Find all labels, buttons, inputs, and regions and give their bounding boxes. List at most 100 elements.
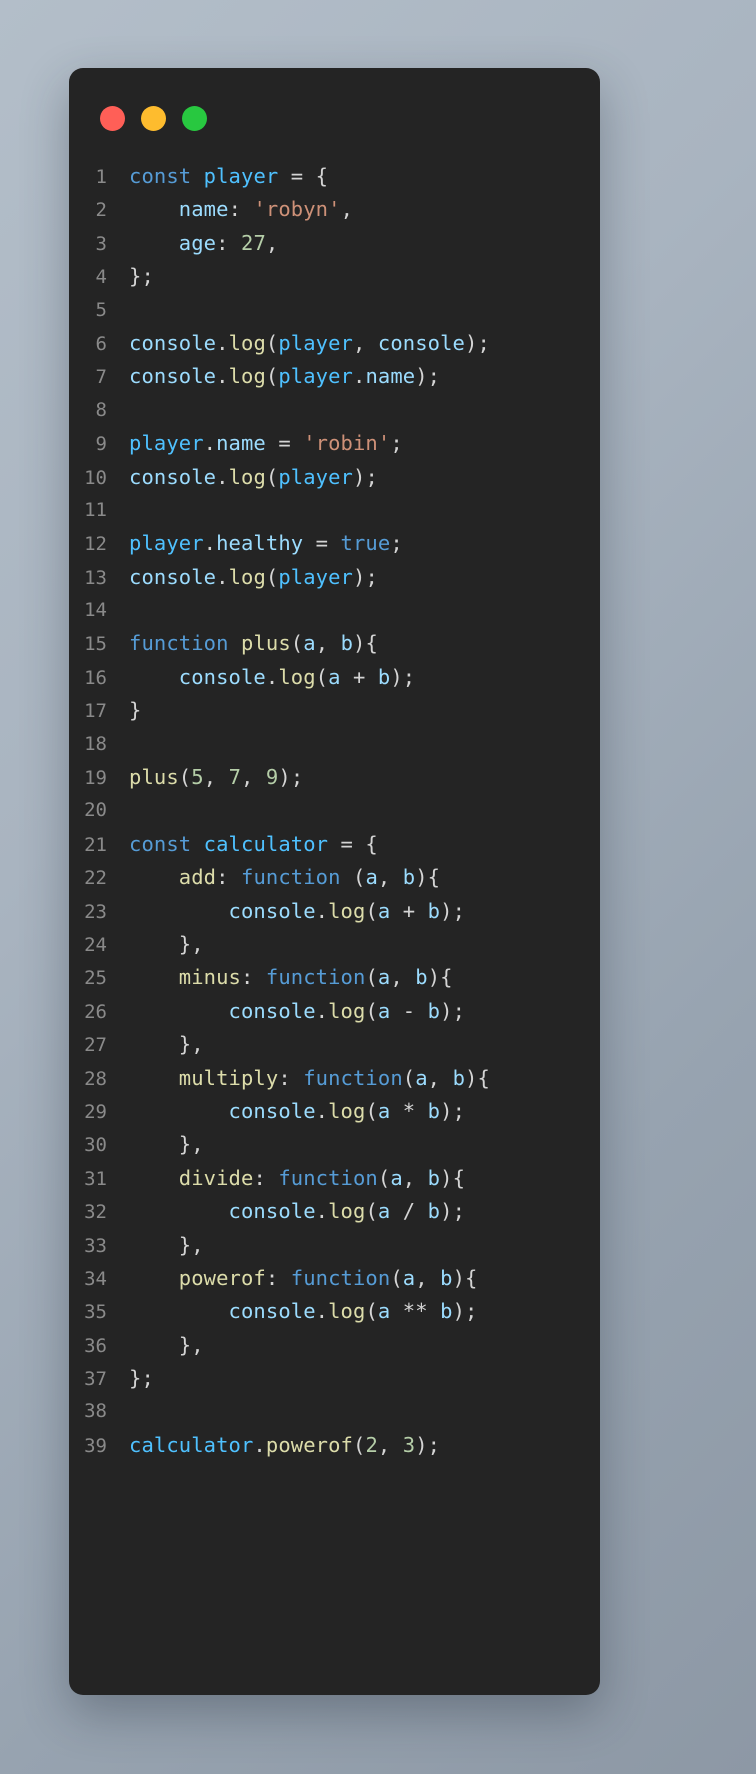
- code-token: );: [353, 464, 378, 489]
- line-number: 1: [95, 166, 107, 188]
- code-line[interactable]: 35 console.log(a ** b);: [69, 1295, 600, 1328]
- line-content[interactable]: powerof: function(a, b){: [129, 1262, 478, 1295]
- line-content[interactable]: const player = {: [129, 160, 328, 193]
- code-line[interactable]: 39 calculator.powerof(2, 3);: [69, 1429, 600, 1462]
- line-number: 12: [84, 533, 107, 556]
- line-content[interactable]: age: 27,: [129, 227, 278, 260]
- code-token: =: [303, 531, 341, 556]
- line-content[interactable]: name: 'robyn',: [129, 193, 353, 226]
- line-content[interactable]: },: [129, 1329, 204, 1362]
- code-line[interactable]: 5: [69, 294, 600, 327]
- line-content[interactable]: divide: function(a, b){: [129, 1162, 465, 1195]
- line-content[interactable]: };: [129, 260, 154, 293]
- code-token: console: [129, 464, 217, 489]
- code-line[interactable]: 18: [69, 728, 600, 761]
- code-token: console: [178, 664, 266, 689]
- line-content[interactable]: console.log(a + b);: [129, 895, 465, 928]
- code-line[interactable]: 26 console.log(a - b);: [69, 995, 600, 1028]
- line-content[interactable]: },: [129, 1028, 204, 1061]
- line-content[interactable]: player.name = 'robin';: [129, 427, 403, 460]
- line-content[interactable]: console.log(player, console);: [129, 327, 490, 360]
- maximize-icon[interactable]: [182, 106, 207, 131]
- code-token: (: [365, 998, 378, 1023]
- close-icon[interactable]: [100, 106, 125, 131]
- code-line[interactable]: 33 },: [69, 1229, 600, 1262]
- code-token: (: [365, 965, 378, 990]
- code-token: ;: [390, 531, 403, 556]
- code-line[interactable]: 34 powerof: function(a, b){: [69, 1262, 600, 1295]
- code-token: :: [253, 1165, 279, 1190]
- code-token: (: [265, 464, 279, 489]
- line-content[interactable]: },: [129, 1229, 204, 1262]
- code-line[interactable]: 24 },: [69, 928, 600, 961]
- code-token: a: [328, 664, 341, 689]
- code-line[interactable]: 22 add: function (a, b){: [69, 861, 600, 894]
- code-token: .: [265, 664, 279, 689]
- line-content[interactable]: console.log(a + b);: [129, 661, 415, 694]
- line-content[interactable]: plus(5, 7, 9);: [129, 761, 303, 794]
- code-token: powerof: [178, 1265, 266, 1290]
- line-content[interactable]: function plus(a, b){: [129, 627, 378, 660]
- code-line[interactable]: 32 console.log(a / b);: [69, 1195, 600, 1228]
- code-token: 9: [265, 765, 279, 790]
- line-content[interactable]: console.log(a - b);: [129, 995, 465, 1028]
- code-line[interactable]: 29 console.log(a * b);: [69, 1095, 600, 1128]
- code-line[interactable]: 20: [69, 794, 600, 827]
- code-line[interactable]: 10 console.log(player);: [69, 461, 600, 494]
- code-line[interactable]: 21 const calculator = {: [69, 828, 600, 861]
- line-content[interactable]: }: [129, 694, 141, 727]
- code-line[interactable]: 15 function plus(a, b){: [69, 627, 600, 660]
- code-line[interactable]: 9 player.name = 'robin';: [69, 427, 600, 460]
- code-line[interactable]: 25 minus: function(a, b){: [69, 961, 600, 994]
- line-number: 28: [84, 1067, 107, 1090]
- line-content[interactable]: const calculator = {: [129, 828, 378, 861]
- code-line[interactable]: 28 multiply: function(a, b){: [69, 1062, 600, 1095]
- line-number: 15: [84, 633, 107, 656]
- line-content[interactable]: multiply: function(a, b){: [129, 1062, 490, 1095]
- code-line[interactable]: 36 },: [69, 1329, 600, 1362]
- code-line[interactable]: 13 console.log(player);: [69, 561, 600, 594]
- line-number: 14: [84, 599, 107, 622]
- code-line[interactable]: 30 },: [69, 1128, 600, 1161]
- code-line[interactable]: 7 console.log(player.name);: [69, 360, 600, 393]
- line-content[interactable]: },: [129, 928, 204, 961]
- code-line[interactable]: 3 age: 27,: [69, 227, 600, 260]
- code-line[interactable]: 1 const player = {: [69, 160, 600, 193]
- line-content[interactable]: console.log(player.name);: [129, 360, 440, 393]
- line-content[interactable]: };: [129, 1362, 154, 1395]
- code-token: calculator: [129, 1432, 254, 1457]
- line-content[interactable]: calculator.powerof(2, 3);: [129, 1429, 440, 1462]
- code-line[interactable]: 38: [69, 1395, 600, 1428]
- code-line[interactable]: 12 player.healthy = true;: [69, 527, 600, 560]
- line-content[interactable]: player.healthy = true;: [129, 527, 403, 560]
- code-line[interactable]: 31 divide: function(a, b){: [69, 1162, 600, 1195]
- code-line[interactable]: 23 console.log(a + b);: [69, 895, 600, 928]
- code-line[interactable]: 19 plus(5, 7, 9);: [69, 761, 600, 794]
- line-content[interactable]: console.log(a / b);: [129, 1195, 465, 1228]
- line-content[interactable]: },: [129, 1128, 204, 1161]
- minimize-icon[interactable]: [141, 106, 166, 131]
- line-content[interactable]: console.log(player);: [129, 461, 378, 494]
- code-token: b: [427, 1199, 441, 1224]
- line-content[interactable]: console.log(player);: [129, 561, 378, 594]
- line-content[interactable]: minus: function(a, b){: [129, 961, 453, 994]
- code-token: +: [340, 664, 378, 689]
- code-line[interactable]: 37};: [69, 1362, 600, 1395]
- code-line[interactable]: 27 },: [69, 1028, 600, 1061]
- code-line[interactable]: 16 console.log(a + b);: [69, 661, 600, 694]
- code-token: a: [377, 965, 391, 990]
- code-token: (: [340, 865, 366, 890]
- line-content[interactable]: add: function (a, b){: [129, 861, 440, 894]
- line-content[interactable]: console.log(a ** b);: [129, 1295, 478, 1328]
- code-line[interactable]: 4};: [69, 260, 600, 293]
- code-line[interactable]: 14: [69, 594, 600, 627]
- code-line[interactable]: 6 console.log(player, console);: [69, 327, 600, 360]
- code-line[interactable]: 8: [69, 394, 600, 427]
- code-line[interactable]: 11: [69, 494, 600, 527]
- code-line[interactable]: 17}: [69, 694, 600, 727]
- line-content[interactable]: console.log(a * b);: [129, 1095, 465, 1128]
- code-token: );: [440, 1098, 466, 1123]
- code-line[interactable]: 2 name: 'robyn',: [69, 193, 600, 226]
- code-editor-content[interactable]: 1 const player = {2 name: 'robyn', 3 age: …: [69, 160, 600, 1462]
